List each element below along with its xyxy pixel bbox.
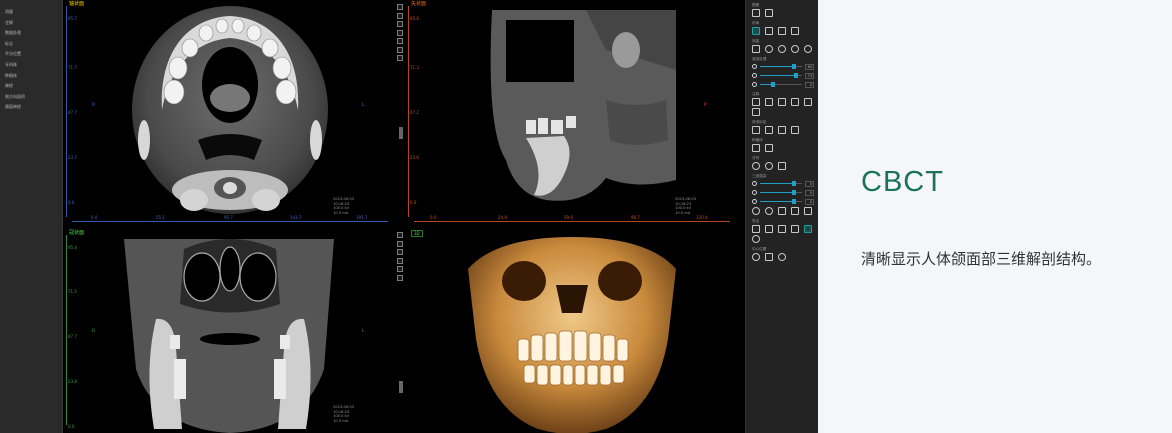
coronal-viewport[interactable]: 冠状面 95.4 71.5 47.7 23.8 0.0 R L 2023-06-… [64,229,396,433]
sharpness-slider[interactable]: 0 [746,80,818,89]
menu-item[interactable]: 侧方向面积 [0,94,62,105]
screenshot-icon[interactable] [752,225,760,233]
menu-item[interactable]: 牙科体 [0,62,62,73]
product-description: 清晰显示人体颌面部三维解剖结构。 [861,250,1102,268]
tool-icon[interactable] [397,257,403,264]
reset-icon[interactable] [804,45,812,53]
tool-panel: 图像 布局 测量 渲染处理 60 73 0 注释 其他标定 种植体 牙列 三维渲… [745,0,818,433]
zoom-icon[interactable] [778,45,786,53]
settings-icon[interactable] [752,235,760,243]
bone-icon[interactable] [791,207,799,215]
menu-item[interactable]: 平分位置 [0,51,62,62]
sagittal-ct-image [490,10,676,201]
tooth-chart-icon[interactable] [804,225,812,233]
brightness-slider[interactable]: 60 [746,62,818,71]
menu-item[interactable]: 神经 [0,83,62,94]
location-pin-icon[interactable] [752,253,760,261]
viewport-toolbar [397,232,405,281]
slice-scrollbar[interactable] [399,127,403,139]
cube-icon[interactable] [778,162,786,170]
layout-grid-icon[interactable] [752,27,760,35]
cbct-software-screenshot: 测量 注释 数据处理 标志 平分位置 牙科体 种植体 神经 侧方向面积 颌面神经… [0,0,818,433]
tool-icon[interactable] [397,232,403,238]
axial-ct-image [132,6,328,214]
arch-alt-icon[interactable] [778,126,786,134]
coronal-ct-image [124,239,334,433]
skull-3d-render [468,237,676,433]
menu-item[interactable]: 标志 [0,41,62,52]
tool-icon[interactable] [397,266,403,272]
implant-alt-icon[interactable] [765,144,773,152]
page: 测量 注释 数据处理 标志 平分位置 牙科体 种植体 神经 侧方向面积 颌面神经… [0,0,1172,433]
tool-icon[interactable] [397,274,403,281]
menu-item[interactable]: 种植体 [0,73,62,84]
threshold-slider[interactable]: 0 [746,188,818,197]
scan-info: 2023-06-03 10:16:23 100.0 kV 10.0 mA [333,405,354,423]
implant-icon[interactable] [752,144,760,152]
rotate-icon[interactable] [791,45,799,53]
opacity-slider[interactable]: 0 [746,179,818,188]
eye-icon[interactable] [778,253,786,261]
scan-info: 2023-06-03 10:16:23 100.0 kV 10.0 mA [675,197,696,215]
arch-icon[interactable] [765,126,773,134]
axial-viewport[interactable]: 轴状面 95.7 71.7 47.7 23.7 0.0 0.0 55.1 95.… [64,0,396,225]
nerve-icon[interactable] [791,126,799,134]
tool-icon[interactable] [397,4,403,10]
rectangle-icon[interactable] [804,98,812,106]
layout-split-icon[interactable] [765,27,773,35]
preset-icon[interactable] [752,207,760,215]
crosshair-icon[interactable] [752,45,760,53]
print-icon[interactable] [791,225,799,233]
sagittal-viewport[interactable]: 矢状面 95.6 71.3 47.2 23.6 0.0 0.0 24.9 59.… [406,0,738,225]
skin-icon[interactable] [778,207,786,215]
curve-icon[interactable] [752,126,760,134]
layout-quad-icon[interactable] [778,27,786,35]
polyline-icon[interactable] [778,98,786,106]
tooth-icon[interactable] [752,162,760,170]
scan-info: 2023-06-03 10:16:23 100.0 kV 10.0 mA [333,197,354,215]
menu-item[interactable]: 测量 [0,9,62,20]
tool-icon[interactable] [397,12,403,19]
plane-icon[interactable] [765,253,773,261]
left-menu-panel: 测量 注释 数据处理 标志 平分位置 牙科体 种植体 神经 侧方向面积 颌面神经 [0,0,63,433]
product-heading: CBCT [861,166,944,198]
view-mode-tag[interactable]: 3D [411,230,423,237]
volume-render-viewport[interactable] [406,229,738,433]
angle-icon[interactable] [765,98,773,106]
layout-full-icon[interactable] [791,27,799,35]
export-icon[interactable] [765,225,773,233]
slice-scrollbar[interactable] [399,381,403,393]
tool-icon[interactable] [397,46,403,53]
line-icon[interactable] [752,98,760,106]
report-icon[interactable] [778,225,786,233]
tool-icon[interactable] [397,21,403,27]
eraser-icon[interactable] [765,9,773,17]
tool-icon[interactable] [397,29,403,36]
tooth-alt-icon[interactable] [765,162,773,170]
preset-alt-icon[interactable] [765,207,773,215]
tool-icon[interactable] [397,249,403,255]
area-icon[interactable] [791,98,799,106]
circle-icon[interactable] [765,45,773,53]
menu-item[interactable]: 数据处理 [0,30,62,41]
color-icon[interactable] [804,207,812,215]
cross-icon[interactable] [752,108,760,116]
tool-icon[interactable] [397,55,403,61]
contrast-slider[interactable]: 73 [746,71,818,80]
tool-icon[interactable] [397,240,403,247]
pen-icon[interactable] [752,9,760,17]
window-slider[interactable]: 0 [746,197,818,206]
tool-icon[interactable] [397,38,403,44]
menu-item[interactable]: 注释 [0,20,62,31]
menu-item[interactable]: 颌面神经 [0,104,62,115]
viewport-toolbar [397,4,405,61]
